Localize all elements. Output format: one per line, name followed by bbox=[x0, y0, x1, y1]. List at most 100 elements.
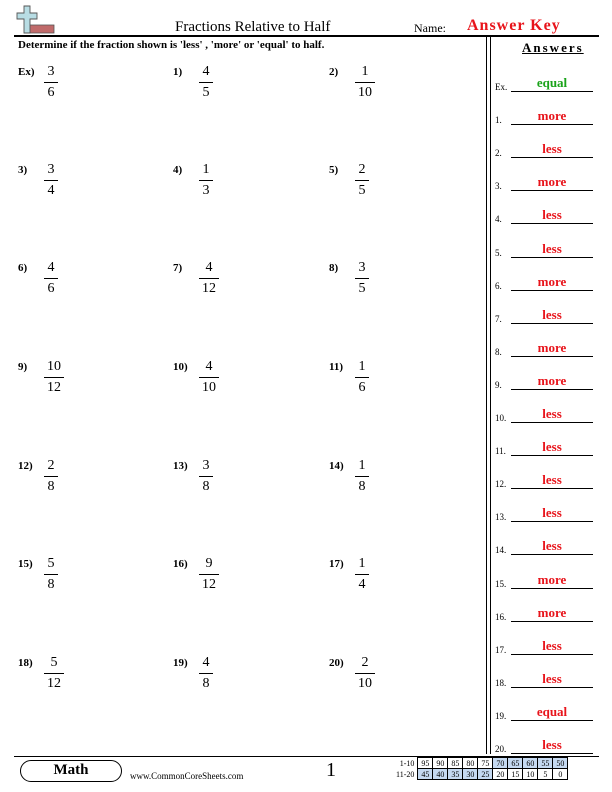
fraction: 14 bbox=[355, 556, 369, 593]
answer-label: 2. bbox=[495, 148, 502, 159]
numerator: 5 bbox=[50, 655, 58, 670]
answer-blank[interactable] bbox=[511, 455, 593, 457]
fraction: 38 bbox=[199, 458, 213, 495]
denominator: 5 bbox=[358, 281, 366, 296]
denominator: 8 bbox=[47, 479, 55, 494]
problem-number: 20) bbox=[329, 657, 344, 669]
problem-item: 10) 4 10 bbox=[173, 359, 293, 401]
problem-number: 14) bbox=[329, 460, 344, 472]
problem-number: 15) bbox=[18, 558, 33, 570]
answer-value: more bbox=[537, 339, 567, 355]
answer-blank[interactable] bbox=[511, 422, 593, 423]
answer-blank[interactable] bbox=[511, 488, 593, 490]
answer-label: 10. bbox=[495, 413, 507, 423]
answer-blank[interactable] bbox=[511, 521, 593, 523]
answer-blank[interactable] bbox=[511, 289, 593, 291]
fraction-bar bbox=[44, 574, 58, 575]
answer-blank[interactable] bbox=[511, 620, 593, 622]
answer-blank[interactable] bbox=[511, 686, 593, 688]
answer-value: more bbox=[537, 174, 567, 190]
answer-row: 4. less bbox=[495, 204, 605, 225]
problem-item: 9) 10 12 bbox=[18, 359, 138, 401]
fraction-bar bbox=[44, 82, 58, 83]
problem-item: 17) 1 4 bbox=[329, 556, 449, 598]
answer-blank[interactable] bbox=[511, 753, 593, 754]
answer-blank[interactable] bbox=[511, 388, 593, 390]
answer-value: less bbox=[542, 406, 562, 421]
answer-row: 2. less bbox=[495, 138, 605, 159]
problem-item: 12) 2 8 bbox=[18, 458, 138, 500]
problem-number: 11) bbox=[329, 361, 344, 373]
score-row: 11-20 45 40 35 30 25 20 15 10 5 0 bbox=[394, 768, 569, 780]
numerator: 4 bbox=[205, 260, 213, 275]
fraction-bar bbox=[355, 180, 369, 181]
answer-row: 15. more bbox=[495, 569, 605, 589]
score-range-label: 1-10 bbox=[399, 758, 415, 768]
fraction-bar bbox=[355, 673, 375, 674]
answer-row: 8. more bbox=[495, 337, 605, 357]
score-row: 1-10 95 90 85 80 75 70 65 60 55 50 bbox=[394, 757, 569, 769]
fraction-bar bbox=[355, 82, 375, 83]
answer-row: 17. less bbox=[495, 635, 605, 655]
score-cell: 25 bbox=[477, 768, 494, 780]
answer-label: 8. bbox=[495, 346, 502, 357]
score-cell: 80 bbox=[462, 757, 479, 769]
answer-blank[interactable] bbox=[511, 124, 593, 126]
denominator: 5 bbox=[358, 183, 366, 198]
answer-row: 14. less bbox=[495, 535, 605, 556]
problem-item: 18) 5 12 bbox=[18, 655, 138, 697]
denominator: 10 bbox=[202, 380, 216, 395]
answer-blank[interactable] bbox=[511, 554, 593, 556]
fraction-bar bbox=[199, 476, 213, 477]
instructions: Determine if the fraction shown is 'less… bbox=[18, 39, 325, 51]
answer-value: equal bbox=[536, 75, 568, 90]
answer-value: equal bbox=[536, 703, 568, 719]
answer-blank[interactable] bbox=[511, 587, 593, 589]
answer-row: 3. more bbox=[495, 171, 605, 192]
answer-label: 7. bbox=[495, 313, 502, 324]
problem-item: 11) 1 6 bbox=[329, 359, 449, 401]
fraction-bar bbox=[199, 377, 219, 378]
fraction-bar bbox=[199, 673, 213, 674]
answer-blank[interactable] bbox=[511, 322, 593, 324]
numerator: 1 bbox=[202, 162, 210, 177]
answer-row: 1. more bbox=[495, 105, 605, 126]
answer-blank[interactable] bbox=[511, 157, 593, 159]
answer-row: 20. less bbox=[495, 734, 605, 754]
answer-value: less bbox=[542, 538, 562, 554]
subject-badge: Math bbox=[20, 760, 122, 782]
denominator: 8 bbox=[358, 479, 366, 494]
numerator: 1 bbox=[358, 359, 366, 374]
problem-number: 8) bbox=[329, 262, 339, 274]
numerator: 3 bbox=[47, 162, 55, 177]
header-rule bbox=[14, 35, 599, 37]
answer-label: 18. bbox=[495, 677, 507, 688]
numerator: 4 bbox=[202, 64, 210, 79]
answer-blank[interactable] bbox=[511, 223, 593, 225]
answer-blank[interactable] bbox=[511, 653, 593, 655]
numerator: 2 bbox=[361, 655, 369, 670]
problem-item: 8) 3 5 bbox=[329, 260, 449, 302]
problem-item: 3) 3 4 bbox=[18, 162, 138, 204]
denominator: 8 bbox=[47, 577, 55, 592]
answer-blank[interactable] bbox=[511, 91, 593, 92]
answer-blank[interactable] bbox=[511, 190, 593, 192]
answer-blank[interactable] bbox=[511, 355, 593, 357]
answer-value: more bbox=[537, 604, 567, 620]
answer-row: 10. less bbox=[495, 403, 605, 423]
answer-value: less bbox=[542, 472, 562, 488]
fraction: 10 12 bbox=[44, 359, 64, 396]
score-cell: 35 bbox=[447, 768, 464, 780]
answer-label: 11. bbox=[495, 446, 506, 457]
answer-blank[interactable] bbox=[511, 256, 593, 258]
answer-value: less bbox=[542, 306, 562, 322]
problem-item: 2) 1 10 bbox=[329, 64, 449, 106]
fraction-bar bbox=[355, 574, 369, 575]
problem-number: 3) bbox=[18, 164, 28, 176]
website-link: www.CommonCoreSheets.com bbox=[130, 771, 244, 781]
answer-blank[interactable] bbox=[511, 719, 593, 721]
problem-item: 15) 5 8 bbox=[18, 556, 138, 598]
fraction: 5 12 bbox=[44, 655, 64, 692]
score-cell: 90 bbox=[432, 757, 449, 769]
answer-label: 15. bbox=[495, 578, 507, 589]
